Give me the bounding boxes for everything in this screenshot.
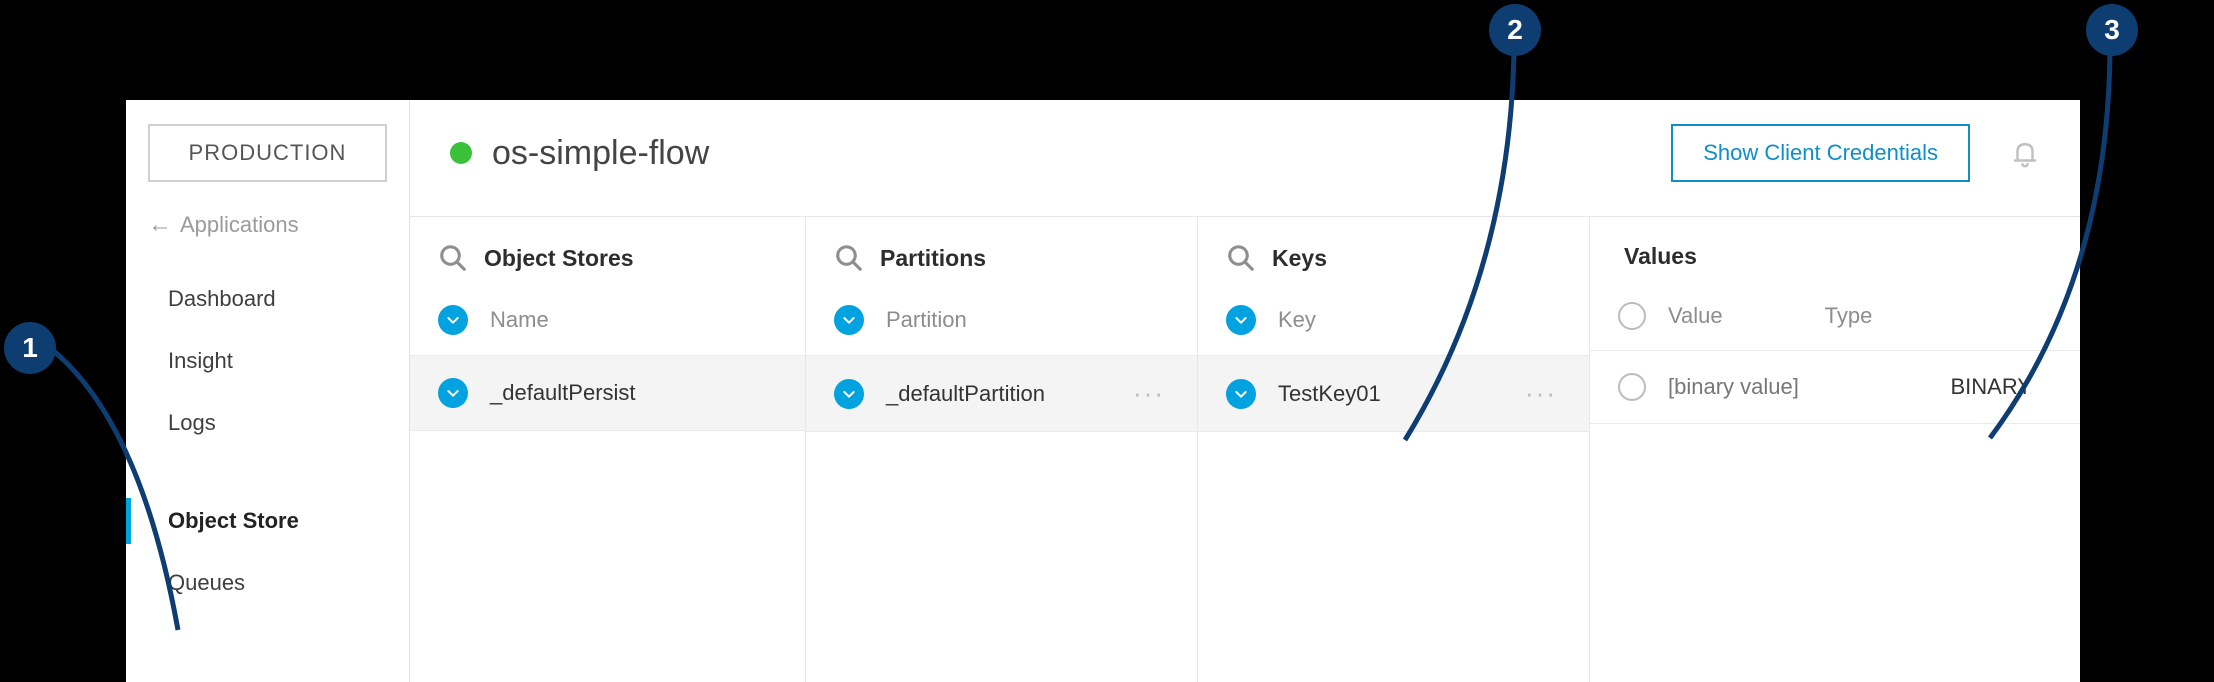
column-header-keys: Keys [1198, 217, 1589, 293]
key-name: TestKey01 [1278, 381, 1499, 407]
partition-row[interactable]: _defaultPartition ··· [806, 355, 1197, 432]
column-sublabel: Partition [886, 307, 967, 333]
annotation-callout-1: 1 [4, 322, 56, 374]
column-keys: Keys Key TestKey01 ··· [1198, 217, 1590, 682]
value-type: BINARY [1950, 374, 2052, 400]
partition-name: _defaultPartition [886, 381, 1107, 407]
chevron-down-icon[interactable] [1226, 379, 1256, 409]
chevron-down-icon[interactable] [834, 305, 864, 335]
column-subheader-object-stores: Name [410, 293, 805, 355]
key-row[interactable]: TestKey01 ··· [1198, 355, 1589, 432]
back-link-label: Applications [180, 212, 299, 238]
column-header-partitions: Partitions [806, 217, 1197, 293]
column-title: Partitions [880, 245, 986, 272]
sidebar-item-queues[interactable]: Queues [126, 552, 409, 614]
object-store-name: _defaultPersist [490, 380, 777, 406]
annotation-number: 2 [1507, 14, 1523, 46]
column-partitions: Partitions Partition _defaultPartition ·… [806, 217, 1198, 682]
radio-unselected-icon[interactable] [1618, 373, 1646, 401]
sidebar-nav: Dashboard Insight Logs Object Store Queu… [126, 256, 409, 614]
column-subheader-partitions: Partition [806, 293, 1197, 355]
annotation-number: 3 [2104, 14, 2120, 46]
chevron-down-icon[interactable] [438, 378, 468, 408]
column-title: Values [1618, 243, 1697, 270]
column-sublabel: Name [490, 307, 549, 333]
column-subheader-values: Value Type [1590, 290, 2080, 350]
chevron-down-icon[interactable] [1226, 305, 1256, 335]
column-sublabel: Key [1278, 307, 1316, 333]
chevron-down-icon[interactable] [438, 305, 468, 335]
radio-unselected-icon[interactable] [1618, 302, 1646, 330]
bell-icon[interactable] [2010, 138, 2040, 168]
more-options-icon[interactable]: ··· [1129, 378, 1169, 409]
app-window: PRODUCTION ← Applications Dashboard Insi… [126, 100, 2080, 682]
column-sublabel-type: Type [1825, 303, 1901, 329]
sidebar-spacer [126, 454, 409, 490]
sidebar-item-dashboard[interactable]: Dashboard [126, 268, 409, 330]
back-to-applications-link[interactable]: ← Applications [126, 182, 409, 256]
column-title: Object Stores [484, 245, 634, 272]
status-indicator-icon [450, 142, 472, 164]
column-header-object-stores: Object Stores [410, 217, 805, 293]
arrow-left-icon: ← [148, 213, 172, 237]
environment-badge[interactable]: PRODUCTION [148, 124, 387, 182]
app-title: os-simple-flow [492, 134, 1671, 173]
column-header-values: Values [1590, 217, 2080, 290]
page-header: os-simple-flow Show Client Credentials [410, 100, 2080, 216]
column-title: Keys [1272, 245, 1327, 272]
sidebar: PRODUCTION ← Applications Dashboard Insi… [126, 100, 410, 682]
object-store-row[interactable]: _defaultPersist [410, 355, 805, 431]
value-row[interactable]: [binary value] BINARY [1590, 350, 2080, 424]
sidebar-item-insight[interactable]: Insight [126, 330, 409, 392]
chevron-down-icon[interactable] [834, 379, 864, 409]
main-panel: os-simple-flow Show Client Credentials O… [410, 100, 2080, 682]
show-client-credentials-button[interactable]: Show Client Credentials [1671, 124, 1970, 182]
columns-container: Object Stores Name _defaultPersist Parti… [410, 216, 2080, 682]
more-options-icon[interactable]: ··· [1521, 378, 1561, 409]
annotation-callout-3: 3 [2086, 4, 2138, 56]
annotation-number: 1 [22, 332, 38, 364]
annotation-callout-2: 2 [1489, 4, 1541, 56]
search-icon[interactable] [438, 243, 468, 273]
search-icon[interactable] [1226, 243, 1256, 273]
value-content: [binary value] [1668, 374, 1928, 400]
search-icon[interactable] [834, 243, 864, 273]
sidebar-item-object-store[interactable]: Object Store [126, 490, 409, 552]
column-values: Values Value Type [binary value] BINARY [1590, 217, 2080, 682]
sidebar-item-logs[interactable]: Logs [126, 392, 409, 454]
column-sublabel-value: Value [1668, 303, 1723, 329]
column-object-stores: Object Stores Name _defaultPersist [410, 217, 806, 682]
column-subheader-keys: Key [1198, 293, 1589, 355]
